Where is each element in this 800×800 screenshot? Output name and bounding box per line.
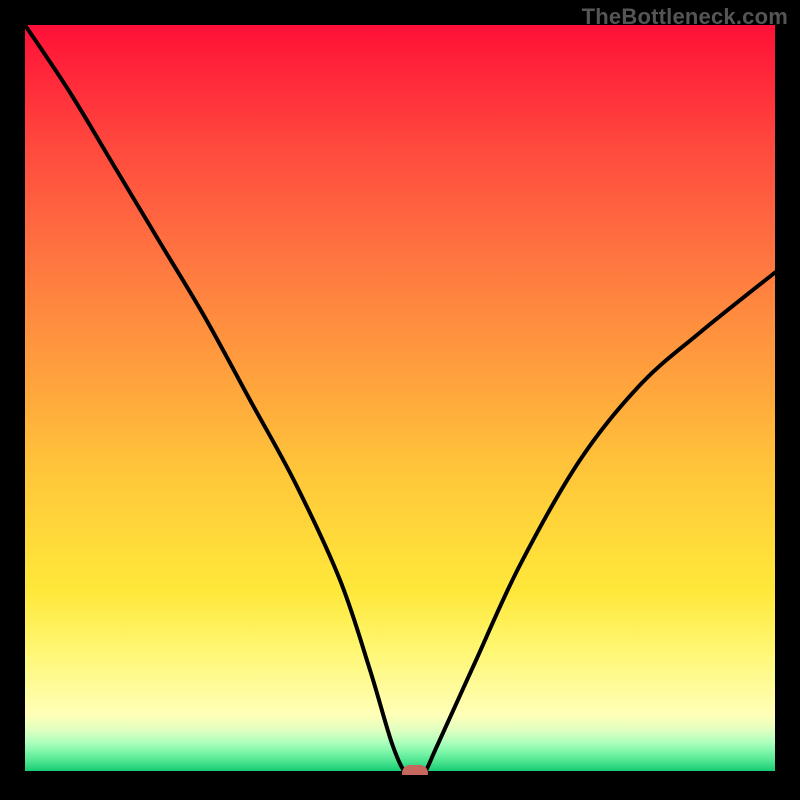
plot-area — [25, 25, 775, 775]
minimum-marker — [402, 765, 428, 775]
curve-path — [25, 25, 775, 775]
watermark-text: TheBottleneck.com — [582, 4, 788, 30]
bottleneck-curve — [25, 25, 775, 775]
chart-frame: TheBottleneck.com — [0, 0, 800, 800]
